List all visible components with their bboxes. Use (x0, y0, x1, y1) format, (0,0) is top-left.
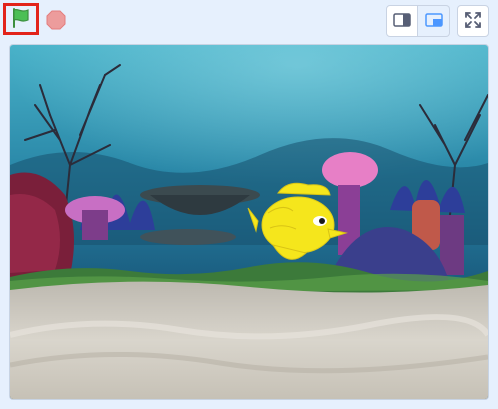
stop-button[interactable] (46, 10, 66, 30)
green-flag-icon (10, 7, 32, 32)
green-flag-button[interactable] (3, 3, 39, 35)
stage-canvas[interactable] (9, 44, 489, 400)
stop-sign-icon (46, 10, 66, 34)
full-screen-button[interactable] (457, 5, 489, 37)
underwater-backdrop (10, 45, 488, 399)
sand-floor (10, 281, 488, 399)
large-stage-button[interactable] (418, 5, 450, 37)
large-stage-icon (424, 12, 443, 31)
stage-header (0, 0, 498, 44)
small-stage-icon (393, 12, 411, 31)
full-screen-icon (464, 11, 482, 32)
small-stage-button[interactable] (386, 5, 418, 37)
